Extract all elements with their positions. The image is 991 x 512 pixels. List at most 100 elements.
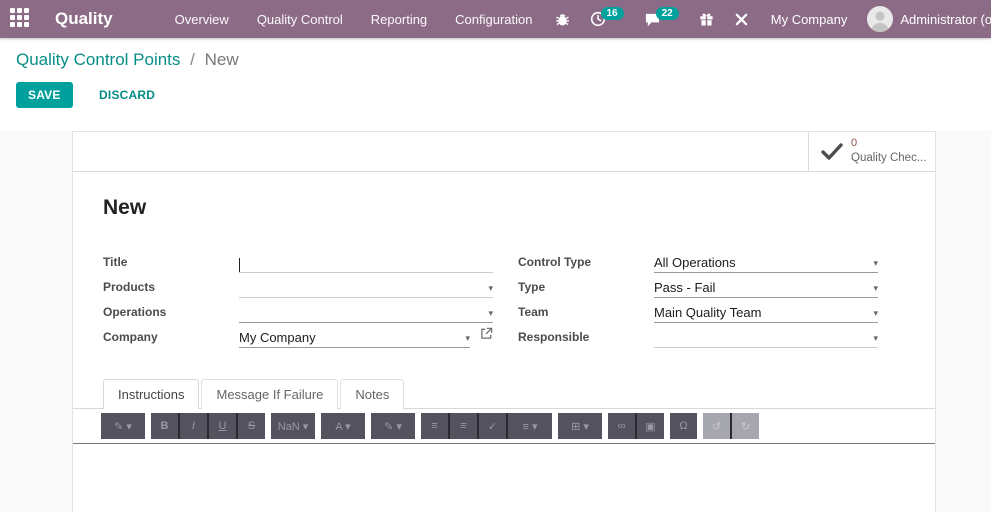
- paragraph-style-button[interactable]: ✎ ▾: [101, 413, 145, 439]
- tools-icon[interactable]: [726, 6, 757, 33]
- company-value: My Company: [239, 330, 316, 345]
- quality-checks-label: Quality Chec...: [851, 152, 927, 165]
- toolbar-group-style: ✎ ▾: [101, 413, 145, 439]
- team-value: Main Quality Team: [654, 305, 762, 320]
- redo-button[interactable]: ↻: [732, 413, 759, 439]
- activities-clock-icon[interactable]: 16: [582, 5, 632, 33]
- debug-bug-icon[interactable]: [547, 6, 578, 33]
- team-dropdown-caret-icon[interactable]: ▾: [867, 308, 878, 319]
- field-row-team: Team Main Quality Team ▾: [518, 298, 878, 323]
- special-character-button[interactable]: Ω: [670, 413, 697, 439]
- link-button[interactable]: ∞: [608, 413, 635, 439]
- underline-button[interactable]: U: [209, 413, 236, 439]
- discard-button[interactable]: DISCARD: [85, 82, 169, 108]
- field-row-operations: Operations ▾: [103, 298, 493, 323]
- activities-count-badge: 16: [600, 6, 624, 20]
- title-input[interactable]: [239, 252, 493, 273]
- strikethrough-button[interactable]: S: [238, 413, 265, 439]
- control-type-select[interactable]: All Operations ▾: [654, 252, 878, 273]
- quality-checks-count: 0: [851, 137, 858, 150]
- toolbar-group-table: ⊞ ▾: [558, 413, 602, 439]
- tab-notes[interactable]: Notes: [340, 379, 405, 409]
- responsible-dropdown-caret-icon[interactable]: ▾: [867, 333, 878, 344]
- gift-icon[interactable]: [691, 6, 722, 33]
- breadcrumb-parent-link[interactable]: Quality Control Points: [16, 50, 180, 69]
- products-label: Products: [103, 280, 156, 294]
- operations-label: Operations: [103, 305, 167, 319]
- team-label: Team: [518, 305, 549, 319]
- breadcrumb-current: New: [204, 50, 239, 69]
- toolbar-group-text-color: A ▾: [321, 413, 365, 439]
- instructions-editor-area[interactable]: [73, 444, 935, 512]
- company-external-link-icon[interactable]: [480, 327, 493, 348]
- toolbar-group-format: B I U S: [151, 413, 265, 439]
- user-name: Administrator (odoo1: [900, 11, 991, 27]
- quality-checks-smart-button[interactable]: 0 Quality Chec...: [808, 132, 935, 171]
- products-input[interactable]: ▾: [239, 277, 493, 298]
- toolbar-group-media: ∞ ▣: [608, 413, 664, 439]
- operations-input[interactable]: ▾: [239, 302, 493, 323]
- title-label: Title: [103, 255, 128, 269]
- field-column-right: Control Type All Operations ▾ Type Pass …: [518, 248, 878, 348]
- sheet-body: New Title Products ▾ Operations ▾ Compan…: [73, 172, 935, 348]
- notebook: Instructions Message If Failure Notes ✎ …: [73, 378, 935, 512]
- form-sheet: 0 Quality Chec... New Title Products ▾ O…: [72, 131, 936, 512]
- toolbar-group-lists: ≡ ≡ ✓ ≡ ▾: [421, 413, 552, 439]
- type-select[interactable]: Pass - Fail ▾: [654, 277, 878, 298]
- check-icon: [821, 143, 843, 160]
- bold-button[interactable]: B: [151, 413, 178, 439]
- smart-button-stat: 0 Quality Chec...: [851, 137, 926, 165]
- action-buttons: SAVE DISCARD: [16, 82, 975, 108]
- apps-menu-icon[interactable]: [10, 8, 29, 30]
- toolbar-group-font-size: NaN ▾: [271, 413, 315, 439]
- breadcrumb-separator: /: [190, 50, 195, 69]
- text-color-button[interactable]: A ▾: [321, 413, 365, 439]
- checklist-button[interactable]: ✓: [479, 413, 506, 439]
- type-label: Type: [518, 280, 546, 294]
- menu-item-overview[interactable]: Overview: [161, 2, 243, 37]
- top-navbar: Quality Overview Quality Control Reporti…: [0, 0, 991, 38]
- field-column-left: Title Products ▾ Operations ▾ Company My…: [103, 248, 493, 348]
- company-dropdown-caret-icon[interactable]: ▾: [459, 333, 470, 344]
- tab-instructions[interactable]: Instructions: [103, 379, 200, 409]
- breadcrumb: Quality Control Points / New: [16, 50, 975, 70]
- field-row-type: Type Pass - Fail ▾: [518, 273, 878, 298]
- undo-button[interactable]: ↺: [703, 413, 730, 439]
- responsible-input[interactable]: ▾: [654, 327, 878, 348]
- operations-dropdown-caret-icon[interactable]: ▾: [482, 308, 493, 319]
- company-label: Company: [103, 330, 158, 344]
- team-input[interactable]: Main Quality Team ▾: [654, 302, 878, 323]
- alignment-button[interactable]: ≡ ▾: [508, 413, 552, 439]
- save-button[interactable]: SAVE: [16, 82, 73, 108]
- app-name[interactable]: Quality: [55, 9, 113, 29]
- user-menu[interactable]: Administrator (odoo1: [867, 6, 991, 32]
- tab-row: Instructions Message If Failure Notes: [73, 378, 935, 409]
- image-button[interactable]: ▣: [637, 413, 664, 439]
- company-input[interactable]: My Company ▾: [239, 327, 470, 348]
- table-button[interactable]: ⊞ ▾: [558, 413, 602, 439]
- menu-item-quality-control[interactable]: Quality Control: [243, 2, 357, 37]
- products-dropdown-caret-icon[interactable]: ▾: [482, 283, 493, 294]
- type-dropdown-caret-icon[interactable]: ▾: [867, 283, 878, 294]
- menu-item-configuration[interactable]: Configuration: [441, 2, 546, 37]
- type-value: Pass - Fail: [654, 280, 716, 295]
- toolbar-group-special: Ω: [670, 413, 697, 439]
- control-type-dropdown-caret-icon[interactable]: ▾: [867, 258, 878, 269]
- systray: 16 22 My Company Administrator (odoo1: [547, 5, 991, 33]
- highlight-color-button[interactable]: ✎ ▾: [371, 413, 415, 439]
- control-panel: Quality Control Points / New SAVE DISCAR…: [0, 38, 991, 118]
- company-switcher[interactable]: My Company: [761, 12, 864, 27]
- tab-message-if-failure[interactable]: Message If Failure: [201, 379, 339, 409]
- text-cursor: [239, 258, 240, 272]
- unordered-list-button[interactable]: ≡: [421, 413, 448, 439]
- italic-button[interactable]: I: [180, 413, 207, 439]
- ordered-list-button[interactable]: ≡: [450, 413, 477, 439]
- control-type-label: Control Type: [518, 255, 592, 269]
- responsible-label: Responsible: [518, 330, 590, 344]
- field-row-products: Products ▾: [103, 273, 493, 298]
- main-menu: Overview Quality Control Reporting Confi…: [161, 2, 547, 37]
- menu-item-reporting[interactable]: Reporting: [357, 2, 441, 37]
- messages-chat-icon[interactable]: 22: [636, 6, 687, 33]
- font-size-button[interactable]: NaN ▾: [271, 413, 315, 439]
- messages-count-badge: 22: [655, 6, 679, 20]
